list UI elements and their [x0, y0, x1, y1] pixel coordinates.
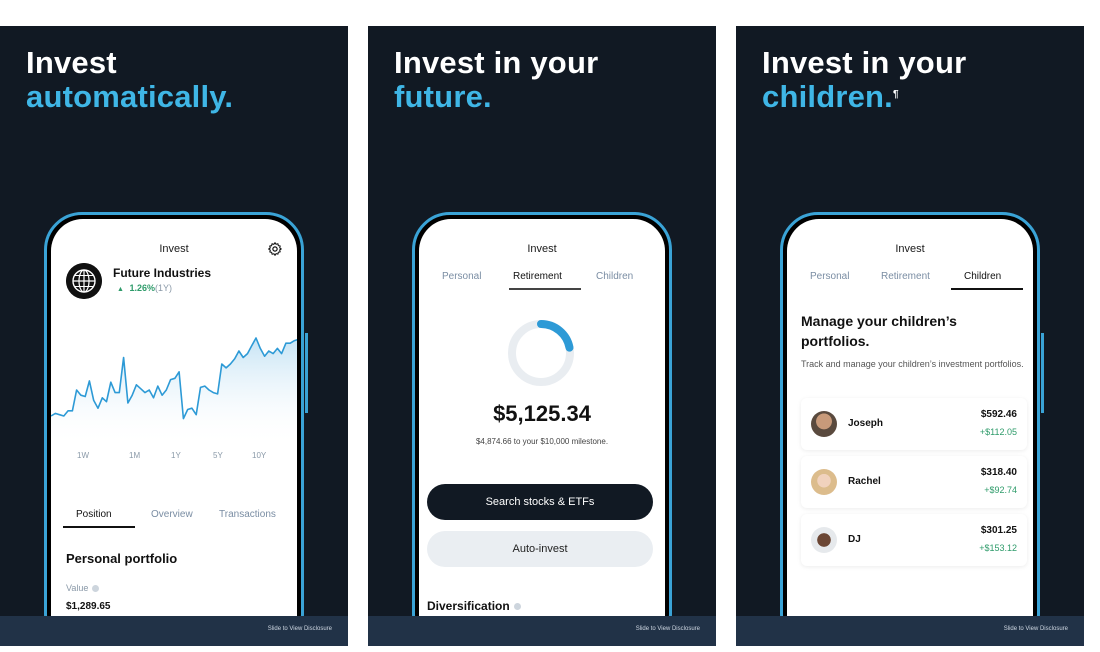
phone-frame: Invest Personal Retirement Children $5,1… [412, 212, 672, 646]
account-tabs: Personal Retirement Children [419, 271, 665, 299]
child-value: $318.40 [980, 467, 1017, 478]
child-gain: +$92.74 [984, 485, 1017, 495]
range-selector: 1W 1M 1Y 5Y 10Y [51, 447, 297, 467]
disclosure-text: Slide to View Disclosure [267, 626, 332, 632]
tab-overview[interactable]: Overview [151, 509, 193, 520]
screen-title: Invest [159, 243, 189, 255]
diversification-label: Diversification [427, 599, 510, 613]
avatar [811, 469, 837, 495]
phone-screen: Invest Future Industries ▲ 1.26%(1Y) 1W … [51, 219, 297, 646]
gear-icon[interactable] [267, 241, 283, 257]
stock-name: Future Industries [113, 266, 212, 280]
change-period: (1Y) [154, 283, 172, 293]
milestone-text: $4,874.66 to your $10,000 milestone. [475, 437, 609, 446]
range-1m[interactable]: 1M [129, 451, 140, 460]
screen-title: Invest [895, 243, 925, 255]
position-tabs: Position Overview Transactions [51, 509, 297, 537]
tab-transactions[interactable]: Transactions [219, 509, 276, 520]
chart-area-fill [51, 338, 297, 447]
promo-panel-future: Invest in your future. Invest Personal R… [368, 26, 716, 646]
range-5y[interactable]: 5Y [213, 451, 223, 460]
avatar [811, 411, 837, 437]
headline-white: Invest [26, 45, 117, 80]
milestone-gauge [508, 320, 574, 386]
child-name: DJ [848, 534, 861, 545]
tab-position[interactable]: Position [76, 509, 112, 520]
info-icon[interactable] [92, 585, 100, 593]
phone-frame: Invest Future Industries ▲ 1.26%(1Y) 1W … [44, 212, 308, 646]
headline: Invest in your children.¶ [762, 46, 966, 114]
child-name: Joseph [848, 418, 884, 429]
stock-change: ▲ 1.26%(1Y) [117, 283, 172, 293]
child-value: $301.25 [980, 525, 1017, 536]
children-description: Track and manage your children’s investm… [801, 359, 1024, 369]
child-card[interactable]: DJ $301.25 +$153.12 [801, 514, 1027, 566]
phone-frame: Invest Personal Retirement Children Mana… [780, 212, 1044, 646]
tab-personal[interactable]: Personal [442, 271, 481, 282]
headline-blue: future. [394, 79, 492, 114]
diversification-title: Diversification [427, 599, 521, 613]
footnote-mark: ¶ [893, 89, 899, 100]
tab-retirement[interactable]: Retirement [881, 271, 930, 282]
promo-panel-children: Invest in your children.¶ Invest Persona… [736, 26, 1084, 646]
child-gain: +$153.12 [979, 543, 1017, 553]
disclosure-text: Slide to View Disclosure [635, 626, 700, 632]
tab-personal[interactable]: Personal [810, 271, 849, 282]
portfolio-value: $1,289.65 [66, 601, 111, 612]
search-stocks-button[interactable]: Search stocks & ETFs [427, 484, 653, 520]
tab-underline [509, 288, 581, 290]
headline-white: Invest in your [394, 45, 599, 80]
avatar [811, 527, 837, 553]
value-label: Value [66, 583, 100, 593]
promo-panel-automatically: Invest automatically. Invest Future Indu… [0, 26, 348, 646]
phone-side-button [1041, 333, 1044, 413]
phone-screen: Invest Personal Retirement Children Mana… [787, 219, 1033, 646]
child-card[interactable]: Rachel $318.40 +$92.74 [801, 456, 1027, 508]
disclosure-footer[interactable]: Slide to View Disclosure [0, 616, 348, 646]
price-chart [51, 337, 297, 447]
change-percent: 1.26% [129, 283, 155, 293]
info-icon[interactable] [513, 603, 521, 611]
disclosure-footer[interactable]: Slide to View Disclosure [368, 616, 716, 646]
tab-underline [951, 288, 1023, 290]
retirement-amount: $5,125.34 [493, 401, 591, 426]
child-gain: +$112.05 [979, 427, 1017, 437]
headline: Invest automatically. [26, 46, 233, 114]
tab-children[interactable]: Children [964, 271, 1001, 282]
headline-blue-text: children. [762, 79, 893, 114]
disclosure-footer[interactable]: Slide to View Disclosure [736, 616, 1084, 646]
child-value: $592.46 [980, 409, 1017, 420]
auto-invest-button[interactable]: Auto-invest [427, 531, 653, 567]
phone-screen: Invest Personal Retirement Children $5,1… [419, 219, 665, 646]
tab-children[interactable]: Children [596, 271, 633, 282]
child-card[interactable]: Joseph $592.46 +$112.05 [801, 398, 1027, 450]
section-title: Personal portfolio [66, 551, 178, 566]
account-tabs: Personal Retirement Children [787, 271, 1033, 299]
range-1w[interactable]: 1W [77, 451, 89, 460]
globe-icon [66, 263, 102, 299]
headline-blue: automatically. [26, 79, 234, 114]
tab-retirement[interactable]: Retirement [513, 271, 562, 282]
disclosure-text: Slide to View Disclosure [1003, 626, 1068, 632]
headline: Invest in your future. [394, 46, 598, 114]
headline-white: Invest in your [762, 45, 967, 80]
range-10y[interactable]: 10Y [252, 451, 266, 460]
child-name: Rachel [848, 476, 881, 487]
phone-side-button [305, 333, 308, 413]
value-label-text: Value [66, 583, 89, 593]
screen-title: Invest [527, 243, 557, 255]
children-heading: Manage your children’s portfolios. [801, 313, 957, 349]
triangle-up-icon: ▲ [117, 286, 124, 293]
range-1y[interactable]: 1Y [171, 451, 181, 460]
tab-underline [63, 526, 135, 528]
headline-blue: children.¶ [762, 80, 966, 114]
